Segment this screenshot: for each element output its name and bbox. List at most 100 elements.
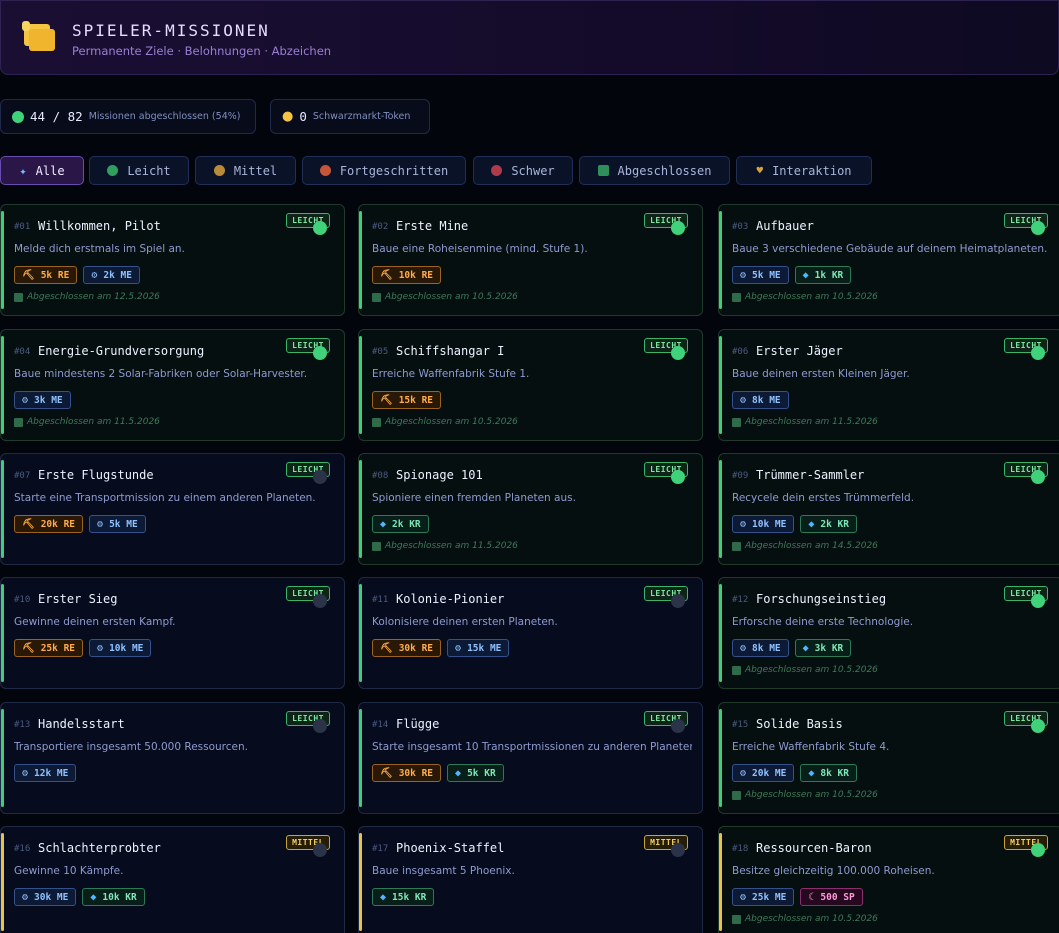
pickaxe-icon: ⛏ bbox=[380, 394, 393, 406]
mission-title: Flügge bbox=[396, 717, 440, 731]
check-circle-icon bbox=[671, 346, 685, 360]
mission-description: Starte insgesamt 10 Transportmissionen z… bbox=[372, 741, 692, 753]
mission-title: Kolonie-Pionier bbox=[396, 592, 505, 606]
coins-icon: ● bbox=[282, 109, 294, 124]
mission-title: Willkommen, Pilot bbox=[38, 219, 161, 233]
mission-card[interactable]: LEICHT #14 Flügge Starte insgesamt 10 Trans… bbox=[358, 702, 703, 814]
reward-chip: ◆ 10k KR bbox=[82, 888, 145, 906]
calendar-icon bbox=[732, 914, 741, 924]
filter-leicht[interactable]: Leicht bbox=[89, 156, 189, 185]
difficulty-bar bbox=[359, 584, 362, 682]
mission-title: Trümmer-Sammler bbox=[756, 468, 865, 482]
mission-title: Handelsstart bbox=[38, 717, 125, 731]
filter-schwer[interactable]: Schwer bbox=[473, 156, 573, 185]
check-circle-icon bbox=[313, 346, 327, 360]
reward-chip: ⚙ 8k ME bbox=[732, 639, 789, 657]
moon-icon: ☾ bbox=[808, 891, 815, 903]
completed-date: Abgeschlossen am 11.5.2026 bbox=[732, 417, 878, 427]
mission-card[interactable]: MITTEL #17 Phoenix-Staffel Baue insgesamt 5… bbox=[358, 826, 703, 933]
calendar-icon bbox=[372, 417, 381, 427]
reward-chip: ⚙ 10k ME bbox=[89, 639, 152, 657]
mission-card[interactable]: LEICHT #10 Erster Sieg Gewinne deinen erste… bbox=[0, 577, 345, 689]
completed-date: Abgeschlossen am 14.5.2026 bbox=[732, 541, 878, 551]
mission-card[interactable]: LEICHT #05 Schiffshangar I Erreiche Waffenf… bbox=[358, 329, 703, 441]
page-header: SPIELER-MISSIONEN Permanente Ziele · Bel… bbox=[0, 0, 1059, 75]
mission-card[interactable]: LEICHT #08 Spionage 101 Spioniere einen fre… bbox=[358, 453, 703, 565]
reward-chip: ☾ 500 SP bbox=[800, 888, 863, 906]
token-count: 0 bbox=[299, 109, 307, 124]
mission-number: #11 bbox=[372, 595, 389, 605]
mission-card[interactable]: LEICHT #09 Trümmer-Sammler Recycele dein er… bbox=[718, 453, 1059, 565]
reward-chip: ◆ 15k KR bbox=[372, 888, 435, 906]
mission-card[interactable]: LEICHT #15 Solide Basis Erreiche Waffenfabr… bbox=[718, 702, 1059, 814]
difficulty-bar bbox=[359, 460, 362, 558]
difficulty-bar bbox=[359, 211, 362, 309]
reward-chip: ⛏ 5k RE bbox=[14, 266, 78, 284]
filter-mittel[interactable]: Mittel bbox=[195, 156, 296, 185]
mission-number: #14 bbox=[372, 720, 389, 730]
token-label: Schwarzmarkt-Token bbox=[312, 111, 411, 122]
red-dot-icon bbox=[491, 165, 503, 176]
reward-chip: ⚙ 20k ME bbox=[732, 764, 795, 782]
reward-chip: ⚙ 30k ME bbox=[14, 888, 77, 906]
diamond-icon: ◆ bbox=[380, 518, 387, 530]
mission-description: Baue insgesamt 5 Phoenix. bbox=[372, 865, 515, 877]
mission-description: Spioniere einen fremden Planeten aus. bbox=[372, 492, 576, 504]
reward-list: ⛏ 10k RE bbox=[372, 266, 442, 284]
difficulty-bar bbox=[359, 833, 362, 931]
reward-chip: ⚙ 5k ME bbox=[89, 515, 146, 533]
mission-card[interactable]: LEICHT #02 Erste Mine Baue eine Roheisenmin… bbox=[358, 204, 703, 316]
green-dot-icon bbox=[107, 165, 119, 176]
filter-interaktion[interactable]: ♥ Interaktion bbox=[736, 156, 872, 185]
pickaxe-icon: ⛏ bbox=[380, 767, 393, 779]
reward-list: ⚙ 12k ME bbox=[14, 764, 77, 782]
gear-icon: ⚙ bbox=[22, 767, 29, 779]
mission-card[interactable]: LEICHT #04 Energie-Grundversorgung Baue min… bbox=[0, 329, 345, 441]
mission-card[interactable]: LEICHT #06 Erster Jäger Baue deinen ersten … bbox=[718, 329, 1059, 441]
reward-chip: ⚙ 5k ME bbox=[732, 266, 789, 284]
gear-icon: ⚙ bbox=[740, 767, 747, 779]
difficulty-bar bbox=[1, 211, 4, 309]
mission-card[interactable]: LEICHT #11 Kolonie-Pionier Kolonisiere dein… bbox=[358, 577, 703, 689]
calendar-icon bbox=[14, 417, 23, 427]
mission-card[interactable]: MITTEL #18 Ressourcen-Baron Besitze gleichz… bbox=[718, 826, 1059, 933]
difficulty-bar bbox=[1, 709, 4, 807]
calendar-icon bbox=[732, 541, 741, 551]
difficulty-bar bbox=[1, 584, 4, 682]
mission-description: Baue deinen ersten Kleinen Jäger. bbox=[732, 368, 910, 380]
mission-card[interactable]: LEICHT #01 Willkommen, Pilot Melde dich ers… bbox=[0, 204, 345, 316]
completed-count: 44 / 82 bbox=[30, 109, 83, 124]
mission-card[interactable]: LEICHT #03 Aufbauer Baue 3 verschiedene Geb… bbox=[718, 204, 1059, 316]
filter-abgeschlossen[interactable]: Abgeschlossen bbox=[579, 156, 730, 185]
reward-chip: ⛏ 20k RE bbox=[14, 515, 84, 533]
reward-list: ◆ 15k KR bbox=[372, 888, 435, 906]
gear-icon: ⚙ bbox=[22, 891, 29, 903]
mission-description: Transportiere insgesamt 50.000 Ressource… bbox=[14, 741, 248, 753]
filter-all[interactable]: ✦ Alle bbox=[0, 156, 84, 185]
mission-card[interactable]: LEICHT #12 Forschungseinstieg Erforsche dei… bbox=[718, 577, 1059, 689]
mission-number: #10 bbox=[14, 595, 31, 605]
mission-card[interactable]: LEICHT #13 Handelsstart Transportiere insge… bbox=[0, 702, 345, 814]
pickaxe-icon: ⛏ bbox=[380, 269, 393, 281]
mission-number: #15 bbox=[732, 720, 749, 730]
mission-number: #17 bbox=[372, 844, 389, 854]
mission-number: #07 bbox=[14, 471, 31, 481]
gear-icon: ⚙ bbox=[740, 891, 747, 903]
reward-list: ⚙ 20k ME ◆ 8k KR bbox=[732, 764, 857, 782]
mission-card[interactable]: MITTEL #16 Schlachterprobter Gewinne 10 Käm… bbox=[0, 826, 345, 933]
check-circle-icon bbox=[313, 221, 327, 235]
mission-number: #16 bbox=[14, 844, 31, 854]
mission-description: Gewinne 10 Kämpfe. bbox=[14, 865, 124, 877]
mission-number: #02 bbox=[372, 222, 389, 232]
diamond-icon: ◆ bbox=[380, 891, 387, 903]
mission-title: Erster Jäger bbox=[756, 344, 843, 358]
mission-title: Spionage 101 bbox=[396, 468, 483, 482]
filter-fortgeschritten[interactable]: Fortgeschritten bbox=[302, 156, 466, 185]
mission-card[interactable]: LEICHT #07 Erste Flugstunde Starte eine Tra… bbox=[0, 453, 345, 565]
difficulty-bar bbox=[1, 833, 4, 931]
sparkle-icon: ✦ bbox=[19, 163, 27, 178]
completed-date: Abgeschlossen am 12.5.2026 bbox=[14, 292, 160, 302]
gear-icon: ⚙ bbox=[22, 394, 29, 406]
reward-list: ⛏ 25k RE ⚙ 10k ME bbox=[14, 639, 152, 657]
completed-stat: 44 / 82 Missionen abgeschlossen (54%) bbox=[0, 99, 256, 134]
